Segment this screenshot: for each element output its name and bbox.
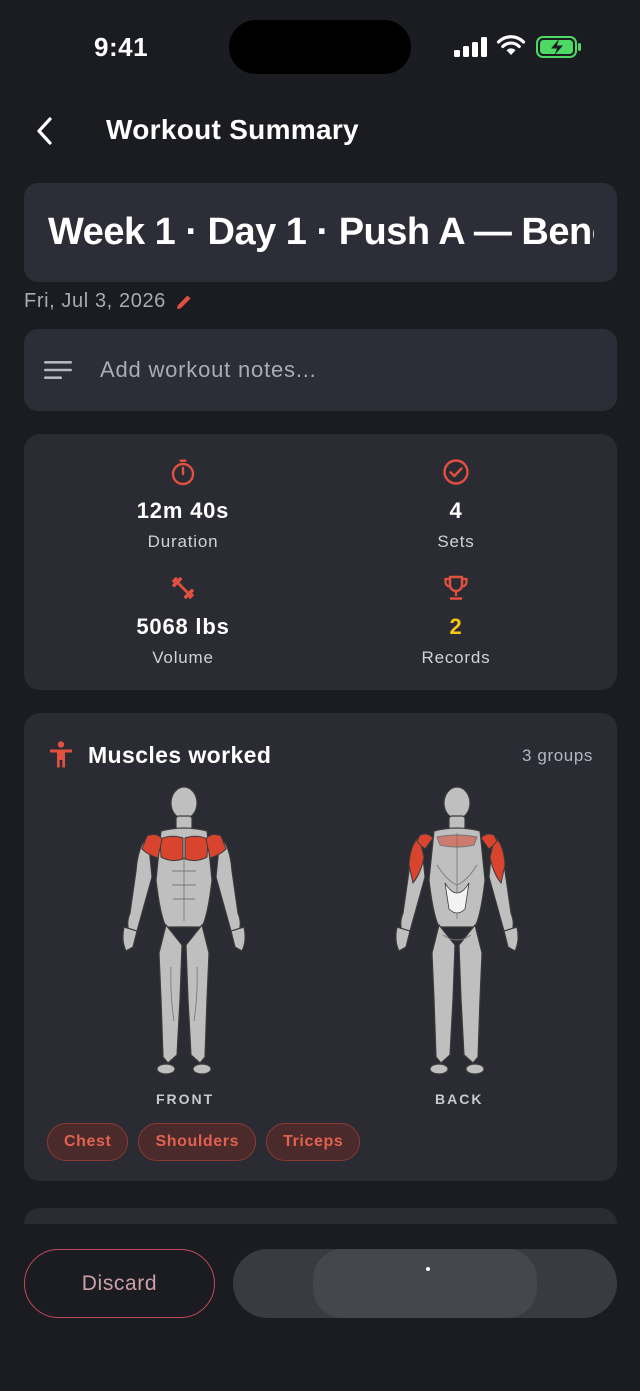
stat-volume-label: Volume [152, 648, 214, 667]
check-circle-icon [443, 459, 469, 485]
muscle-chip-triceps[interactable]: Triceps [266, 1123, 361, 1161]
person-figure-icon [50, 741, 72, 768]
discard-button[interactable]: Discard [24, 1249, 215, 1318]
stat-volume: 5068 lbs Volume [83, 574, 283, 668]
stat-records-label: Records [421, 648, 491, 667]
front-view-label: FRONT [156, 1091, 215, 1107]
workout-name: Week 1 · Day 1 · Push A — Bench [48, 211, 594, 253]
save-button-highlight [313, 1249, 537, 1318]
muscles-card: Muscles worked 3 groups FRONT BACK Chest… [24, 713, 617, 1181]
loading-indicator [426, 1267, 430, 1271]
stats-card: 12m 40s Duration 4 Sets 5068 lbs Volume [24, 434, 617, 690]
pencil-icon[interactable] [174, 292, 194, 312]
workout-date-row[interactable]: Fri, Jul 3, 2026 [24, 290, 194, 313]
stat-duration-value: 12m 40s [136, 498, 230, 523]
notes-lines-icon [44, 361, 72, 379]
back-view-label: BACK [435, 1091, 484, 1107]
muscle-chips: Chest Shoulders Triceps [47, 1123, 361, 1161]
muscle-chip-chest[interactable]: Chest [47, 1123, 129, 1161]
stat-sets: 4 Sets [356, 458, 556, 552]
dumbbell-icon [172, 577, 194, 599]
cellular-signal-icon [454, 37, 487, 57]
stat-duration: 12m 40s Duration [83, 458, 283, 552]
stat-sets-value: 4 [449, 498, 463, 523]
dynamic-island [229, 20, 411, 74]
stat-records: 2 Records [356, 574, 556, 668]
wifi-icon [496, 35, 526, 55]
stat-duration-label: Duration [147, 532, 219, 551]
trophy-icon [444, 575, 468, 600]
battery-charging-icon [536, 36, 581, 58]
status-time: 9:41 [94, 32, 149, 62]
stopwatch-icon [171, 459, 195, 486]
save-button[interactable] [233, 1249, 617, 1318]
muscle-chip-shoulders[interactable]: Shoulders [138, 1123, 257, 1161]
muscles-count: 3 groups [522, 746, 593, 765]
stat-records-value: 2 [449, 614, 463, 639]
page-title: Workout Summary [106, 114, 359, 145]
workout-date: Fri, Jul 3, 2026 [24, 290, 166, 312]
body-front-diagram [122, 786, 246, 1075]
body-back-diagram [395, 786, 519, 1075]
muscles-title: Muscles worked [88, 742, 272, 768]
back-button[interactable] [24, 108, 64, 154]
notes-field[interactable] [24, 329, 617, 411]
chevron-left-icon [37, 117, 52, 145]
stat-sets-label: Sets [437, 532, 475, 551]
notes-input[interactable] [100, 357, 580, 383]
stat-volume-value: 5068 lbs [136, 614, 230, 639]
workout-name-field[interactable]: Week 1 · Day 1 · Push A — Bench [24, 183, 617, 282]
